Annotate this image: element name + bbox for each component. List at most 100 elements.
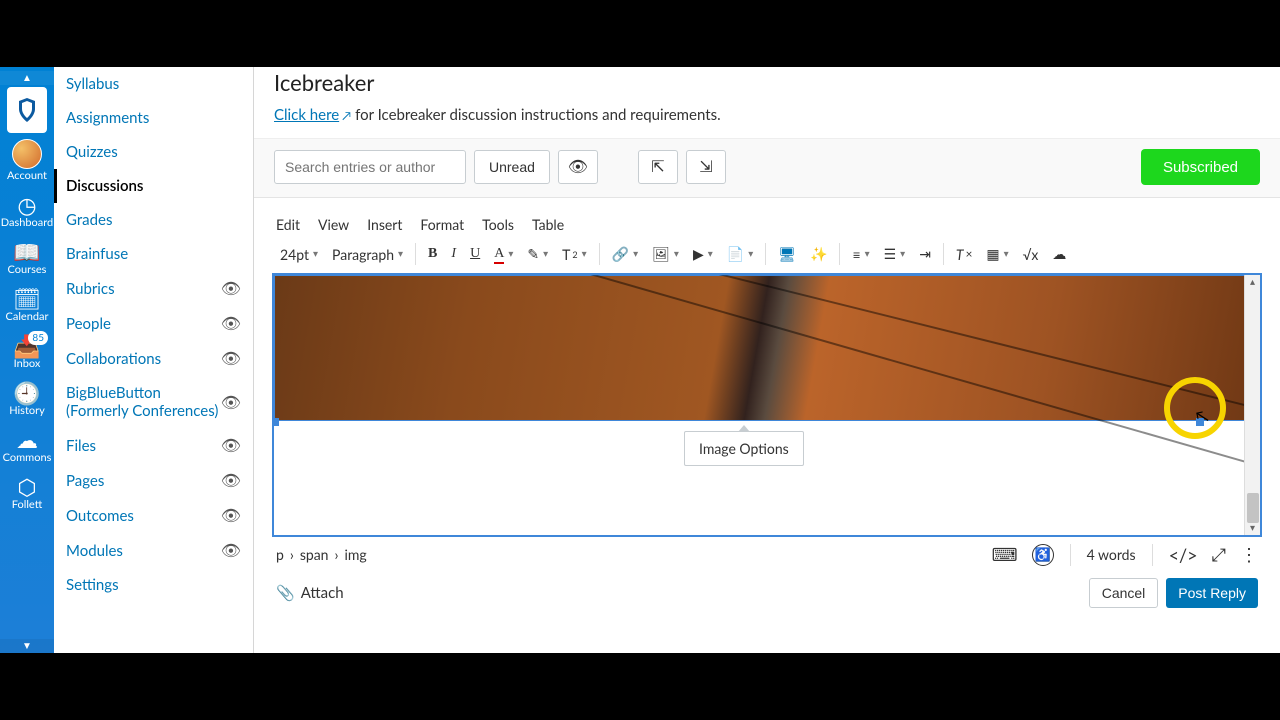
editor-body[interactable]: Image Options ▴ ▾ ↖: [274, 275, 1260, 535]
scroll-thumb[interactable]: [1247, 493, 1259, 523]
indent-button[interactable]: ⇥: [915, 243, 935, 265]
course-nav-people[interactable]: People👁: [54, 306, 253, 341]
chevron-right-icon: ›: [335, 546, 339, 563]
course-nav-files[interactable]: Files👁: [54, 428, 253, 463]
history-icon: 🕘: [13, 382, 40, 404]
globalnav-scroll-down[interactable]: ▼: [0, 639, 54, 653]
fullscreen-button[interactable]: ⤢: [1212, 543, 1226, 566]
text-color-button[interactable]: A▾: [490, 244, 517, 264]
path-img[interactable]: img: [344, 546, 366, 563]
course-nav-pages[interactable]: Pages👁: [54, 463, 253, 498]
search-input[interactable]: [274, 150, 466, 184]
course-nav-discussions[interactable]: Discussions: [54, 169, 253, 203]
list-button[interactable]: ☰▾: [880, 243, 910, 265]
expand-icon: ⇲: [699, 157, 712, 177]
content-area: Icebreaker Click here ↗ for Icebreaker d…: [254, 67, 1280, 653]
bold-button[interactable]: B: [424, 244, 441, 264]
element-path[interactable]: p › span › img: [276, 546, 367, 563]
document-button[interactable]: 📄▾: [723, 243, 757, 265]
path-span[interactable]: span: [300, 546, 329, 563]
blocktype-select[interactable]: Paragraph▾: [328, 244, 407, 265]
menu-format[interactable]: Format: [420, 216, 464, 233]
superscript-button[interactable]: T2▾: [558, 244, 591, 265]
menu-tools[interactable]: Tools: [482, 216, 514, 233]
nav-history-label: History: [9, 404, 45, 417]
expand-button[interactable]: ⇲: [686, 150, 726, 184]
course-nav-settings[interactable]: Settings: [54, 568, 253, 602]
clear-format-button[interactable]: T×: [952, 244, 976, 265]
course-nav-grades[interactable]: Grades: [54, 203, 253, 237]
course-nav-outcomes[interactable]: Outcomes👁: [54, 498, 253, 533]
nav-courses[interactable]: 📖 Courses: [0, 235, 54, 282]
a11y-icon[interactable]: ♿: [1032, 544, 1054, 566]
globalnav-scroll-up[interactable]: ▲: [0, 71, 54, 85]
path-p[interactable]: p: [276, 546, 284, 563]
hidden-icon: 👁: [221, 471, 241, 490]
editor-menubar: Edit View Insert Format Tools Table: [272, 214, 1262, 235]
image-options-popup[interactable]: Image Options: [684, 431, 804, 466]
table-button[interactable]: ▦▾: [982, 243, 1012, 265]
nav-commons[interactable]: ☁ Commons: [0, 423, 54, 470]
post-reply-button[interactable]: Post Reply: [1166, 578, 1258, 608]
nav-dashboard[interactable]: ◷ Dashboard: [0, 188, 54, 235]
course-nav-syllabus[interactable]: Syllabus: [54, 67, 253, 101]
course-nav: Syllabus Assignments Quizzes Discussions…: [54, 67, 254, 653]
more-button[interactable]: ⋮: [1240, 543, 1258, 566]
keyboard-icon[interactable]: ⌨: [992, 543, 1018, 566]
attach-button[interactable]: 📎 Attach: [276, 584, 344, 602]
instructions-link[interactable]: Click here: [274, 106, 339, 124]
editor-scrollbar[interactable]: ▴ ▾: [1244, 275, 1260, 535]
scroll-down-icon[interactable]: ▾: [1245, 521, 1260, 535]
subscribed-button[interactable]: Subscribed: [1141, 149, 1260, 185]
menu-table[interactable]: Table: [532, 216, 564, 233]
align-button[interactable]: ≡▾: [848, 244, 873, 265]
link-button[interactable]: 🔗▾: [608, 243, 642, 265]
equation-button[interactable]: √x: [1019, 244, 1043, 265]
menu-view[interactable]: View: [318, 216, 349, 233]
nav-inbox-label: Inbox: [14, 357, 41, 370]
nav-account-label: Account: [7, 169, 47, 182]
course-nav-rubrics[interactable]: Rubrics👁: [54, 271, 253, 306]
scroll-up-icon[interactable]: ▴: [1245, 275, 1260, 289]
menu-insert[interactable]: Insert: [367, 216, 402, 233]
course-nav-bigbluebutton[interactable]: BigBlueButton (Formerly Conferences)👁: [54, 376, 253, 428]
nav-dashboard-label: Dashboard: [1, 216, 53, 229]
instructions: Click here ↗ for Icebreaker discussion i…: [274, 106, 1260, 124]
course-nav-brainfuse[interactable]: Brainfuse: [54, 237, 253, 271]
view-toggle-button[interactable]: 👁: [558, 150, 598, 184]
nav-calendar[interactable]: 🗓 Calendar: [0, 282, 54, 329]
collapse-icon: ⇱: [651, 157, 664, 177]
embed-button[interactable]: ☁: [1048, 243, 1070, 265]
collapse-button[interactable]: ⇱: [638, 150, 678, 184]
course-nav-collaborations[interactable]: Collaborations👁: [54, 341, 253, 376]
cancel-button[interactable]: Cancel: [1089, 578, 1159, 608]
nav-inbox[interactable]: 85 📥 Inbox: [0, 329, 54, 376]
unread-button[interactable]: Unread: [474, 150, 550, 184]
apps-plugin-button[interactable]: ✨: [806, 243, 831, 265]
course-nav-quizzes[interactable]: Quizzes: [54, 135, 253, 169]
institution-logo[interactable]: [7, 87, 47, 133]
hidden-icon: 👁: [221, 393, 241, 412]
hidden-icon: 👁: [221, 279, 241, 298]
highlight-button[interactable]: ✎▾: [523, 243, 552, 265]
nav-follett[interactable]: ⬡ Follett: [0, 470, 54, 517]
media-button[interactable]: ▶▾: [689, 243, 717, 265]
global-nav: ▲ Account ◷ Dashboard 📖 Courses 🗓 Calend…: [0, 67, 54, 653]
word-count[interactable]: 4 words: [1087, 546, 1136, 563]
nav-history[interactable]: 🕘 History: [0, 376, 54, 423]
underline-button[interactable]: U: [466, 244, 484, 264]
image-button[interactable]: 🖼▾: [648, 243, 683, 265]
nav-account[interactable]: Account: [0, 133, 54, 188]
inserted-image[interactable]: [274, 275, 1260, 421]
apps-button[interactable]: 🖥: [774, 243, 800, 265]
html-view-button[interactable]: </>: [1169, 544, 1198, 566]
resize-handle-bl[interactable]: [274, 418, 279, 426]
resize-handle-br[interactable]: [1196, 418, 1204, 426]
instructions-text: for Icebreaker discussion instructions a…: [351, 106, 720, 124]
nav-commons-label: Commons: [3, 451, 52, 464]
menu-edit[interactable]: Edit: [276, 216, 300, 233]
course-nav-assignments[interactable]: Assignments: [54, 101, 253, 135]
italic-button[interactable]: I: [447, 244, 460, 264]
course-nav-modules[interactable]: Modules👁: [54, 533, 253, 568]
fontsize-select[interactable]: 24pt▾: [276, 244, 322, 265]
